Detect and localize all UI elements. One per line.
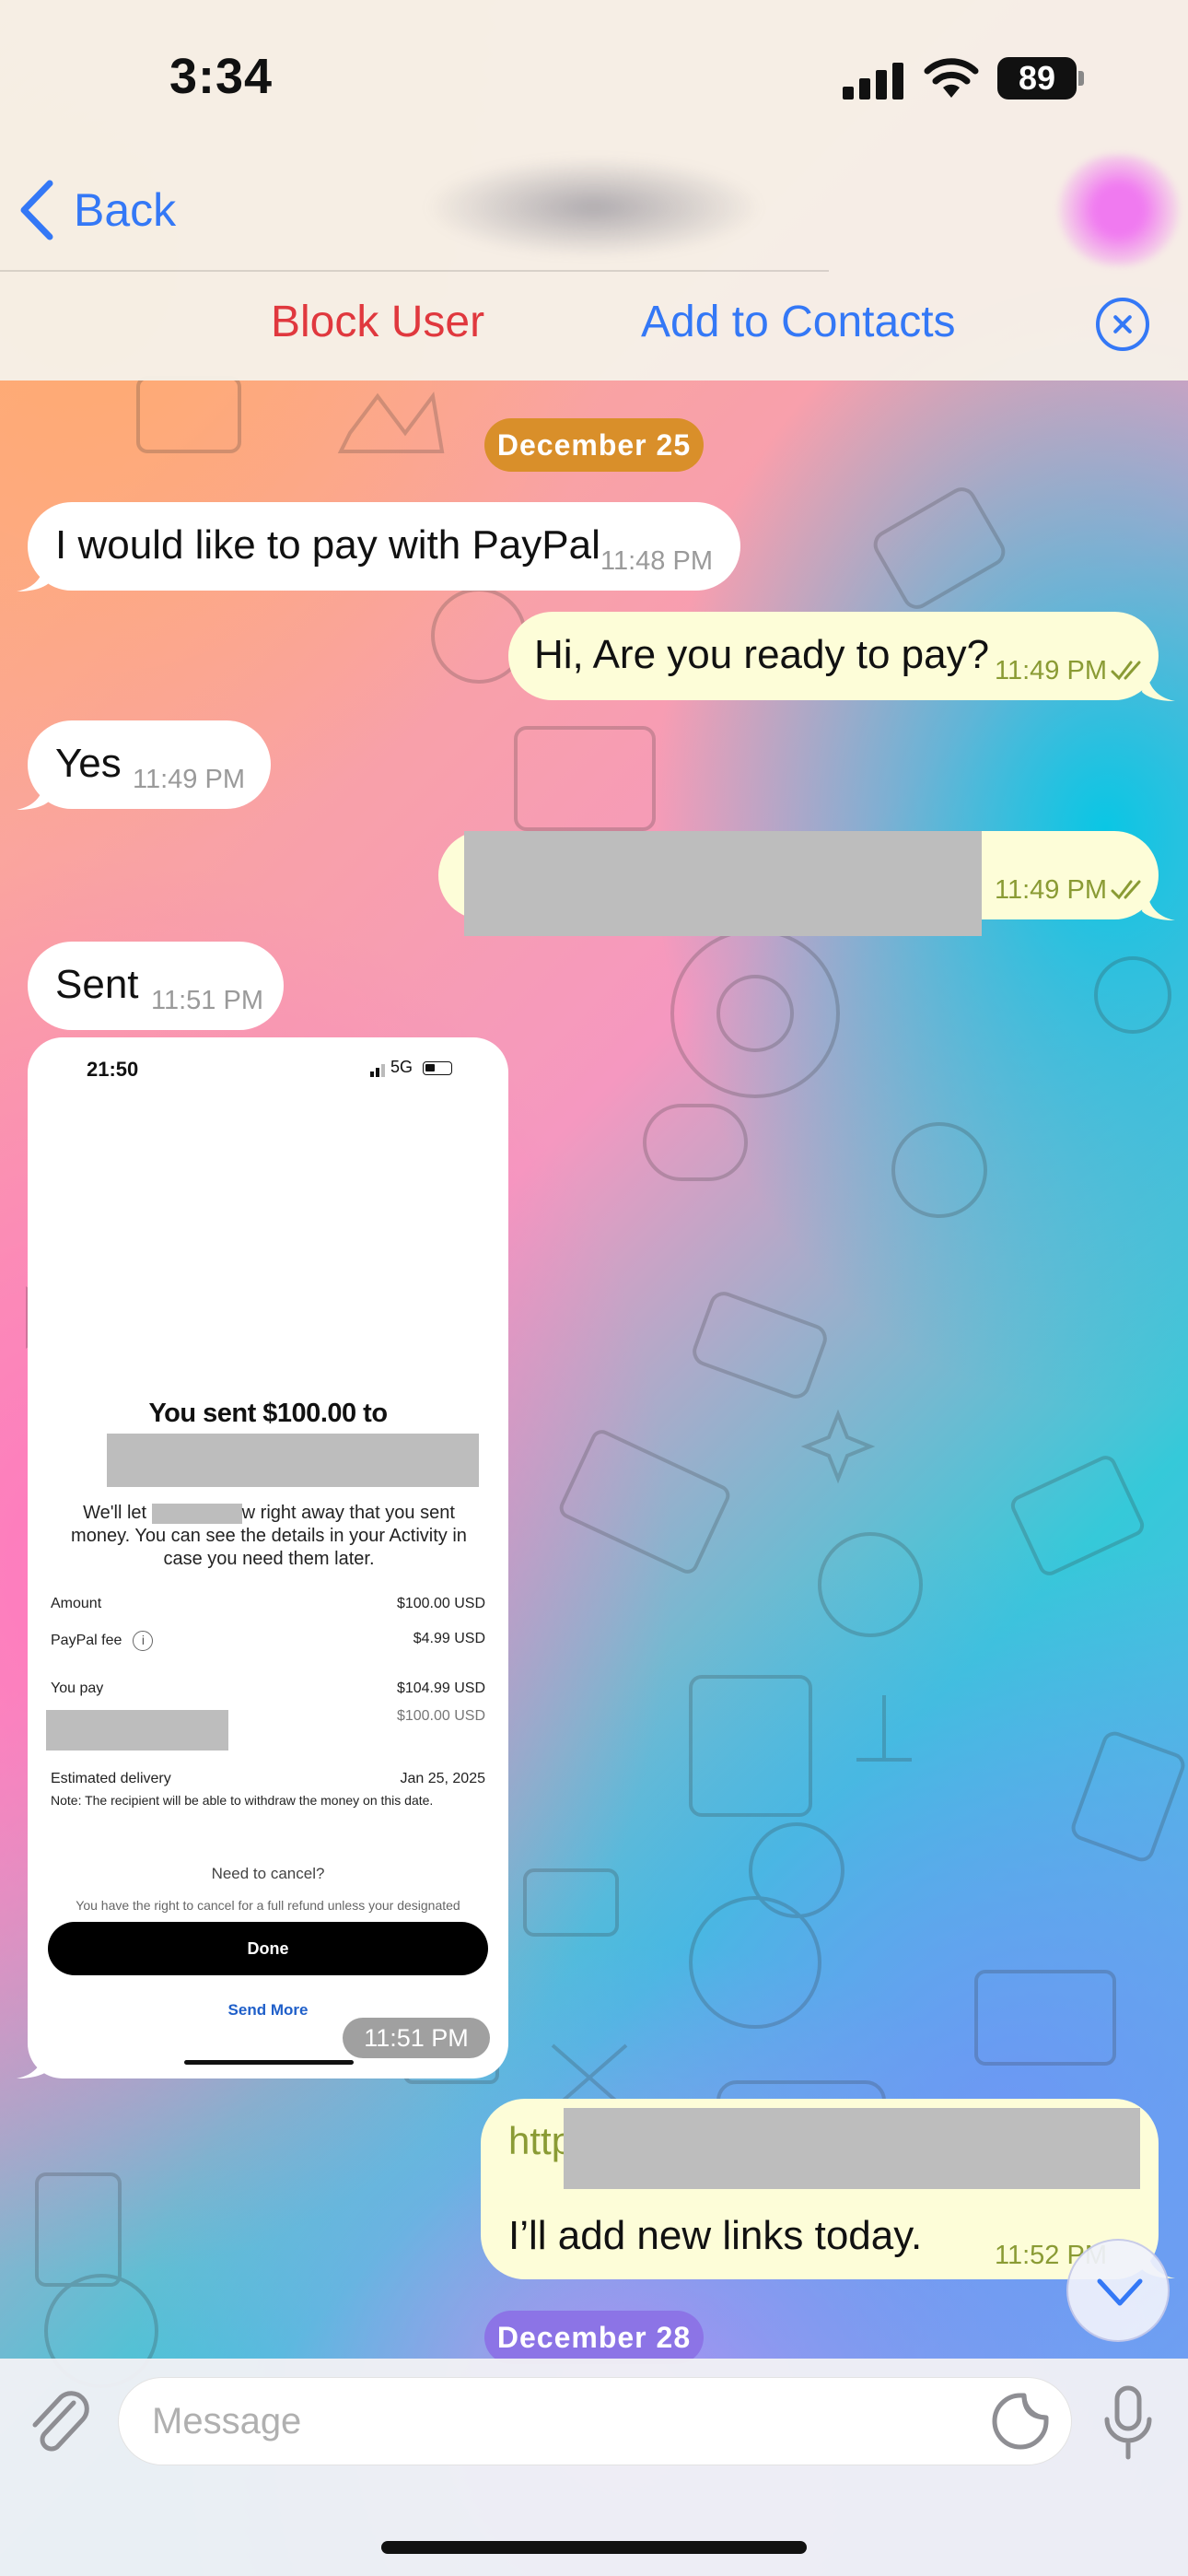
close-circle-icon[interactable]	[1096, 298, 1149, 351]
battery-level: 89	[997, 57, 1077, 100]
bubble-tail	[17, 2043, 50, 2078]
screenshot-send-more: Send More	[227, 2001, 309, 2019]
message-time: 11:48 PM	[600, 546, 713, 576]
back-label: Back	[74, 184, 177, 236]
screenshot-title: You sent $100.00 to	[148, 1399, 388, 1428]
bubble-tail	[17, 775, 50, 810]
bubble-tail	[17, 556, 50, 591]
scroll-to-bottom-button[interactable]	[1066, 2239, 1170, 2342]
home-indicator	[381, 2541, 807, 2554]
message-text: I would like to pay with PayPal	[55, 522, 600, 568]
screenshot-done-button: Done	[48, 1922, 488, 1975]
back-button[interactable]: Back	[18, 177, 176, 243]
message-time: 11:49 PM	[995, 656, 1107, 685]
chevron-left-icon	[20, 180, 53, 240]
date-separator: December 25	[484, 418, 704, 472]
message-time: 11:49 PM	[133, 765, 245, 794]
redacted-account	[46, 1710, 228, 1751]
wifi-icon	[924, 58, 979, 98]
sticker-icon[interactable]	[991, 2392, 1050, 2451]
message-text: Hi, Are you ready to pay?	[534, 632, 990, 677]
date-separator: December 28	[484, 2311, 704, 2364]
read-check-icon	[1111, 661, 1141, 681]
screenshot-network: 5G	[370, 1058, 453, 1077]
screenshot-status-time: 21:50	[87, 1058, 139, 1081]
contact-name[interactable]	[424, 157, 764, 258]
message-bubble-outgoing[interactable]: http I’ll add new links today. 11:52 PM	[481, 2099, 1159, 2279]
message-time: 11:51 PM	[343, 2018, 490, 2058]
bubble-tail	[1142, 885, 1175, 920]
cancel-title: Need to cancel?	[211, 1865, 325, 1882]
avatar[interactable]	[1059, 155, 1179, 265]
message-text: Yes	[55, 741, 122, 786]
screenshot-message: We'll let w right away that you sent mon…	[71, 1503, 467, 1569]
bubble-tail	[1142, 666, 1175, 701]
message-text: I’ll add new links today.	[508, 2213, 923, 2258]
screenshot-home-bar	[184, 2060, 354, 2065]
read-check-icon	[1111, 880, 1141, 900]
message-bubble-incoming[interactable]: Yes 11:49 PM	[28, 720, 271, 809]
message-bubble-outgoing[interactable]: 11:49 PM	[438, 831, 1159, 936]
chevron-down-icon	[1097, 2278, 1143, 2306]
info-icon: i	[133, 1631, 154, 1651]
message-bubble-incoming[interactable]: I would like to pay with PayPal 11:48 PM	[28, 502, 740, 591]
message-time: 11:51 PM	[151, 986, 263, 1015]
message-bubble-incoming[interactable]: Sent 11:51 PM	[28, 942, 284, 1030]
redacted-link	[564, 2108, 1140, 2189]
block-user-button[interactable]: Block User	[271, 297, 484, 347]
message-time: 11:49 PM	[995, 875, 1107, 905]
signal-icon	[843, 63, 903, 100]
header-divider	[0, 270, 829, 272]
redacted-recipient	[107, 1434, 479, 1487]
battery-icon: 89	[997, 57, 1084, 100]
add-to-contacts-button[interactable]: Add to Contacts	[641, 297, 956, 347]
paperclip-icon[interactable]	[26, 2388, 92, 2458]
microphone-icon[interactable]	[1101, 2384, 1155, 2462]
cancel-text: You have the right to cancel for a full …	[76, 1898, 460, 1913]
message-text: Sent	[55, 962, 139, 1007]
message-input[interactable]	[118, 2377, 1072, 2465]
image-message-paypal-receipt[interactable]: 21:50 5G You sent $100.00 to We'll let w…	[28, 1037, 508, 2078]
receipt-note: Note: The recipient will be able to with…	[51, 1793, 434, 1808]
status-bar-time: 3:34	[169, 49, 274, 104]
message-bubble-outgoing[interactable]: Hi, Are you ready to pay? 11:49 PM	[508, 612, 1159, 700]
redacted-content	[464, 831, 982, 936]
